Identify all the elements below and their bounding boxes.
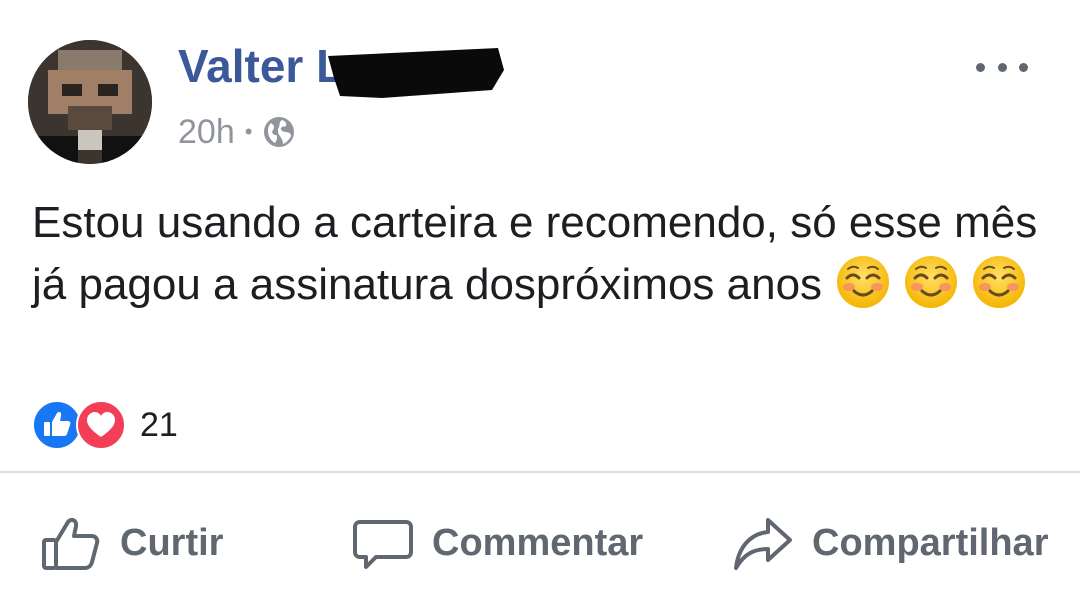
share-arrow-icon — [734, 518, 792, 570]
comment-label: Commentar — [432, 521, 644, 564]
post-text: Estou usando a carteira e recomendo, só … — [32, 192, 1062, 316]
more-options-icon[interactable] — [976, 56, 1028, 78]
like-reaction-icon — [32, 400, 82, 450]
avatar[interactable] — [28, 40, 152, 164]
smiling-face-icon — [836, 255, 890, 309]
love-reaction-icon — [76, 400, 126, 450]
smiling-face-icon — [904, 255, 958, 309]
post-meta: 20h • — [178, 110, 296, 154]
like-button[interactable]: Curtir — [40, 505, 223, 581]
author-name[interactable]: Valter L — [178, 38, 344, 94]
globe-icon[interactable] — [262, 115, 296, 149]
share-label: Compartilhar — [812, 521, 1049, 564]
like-label: Curtir — [120, 521, 224, 564]
share-button[interactable]: Compartilhar — [732, 505, 1048, 581]
thumbs-up-icon — [42, 517, 100, 570]
redaction-mark — [328, 48, 504, 98]
smiling-face-icon — [972, 255, 1026, 309]
reaction-count: 21 — [140, 405, 178, 444]
post-time[interactable]: 20h — [178, 113, 235, 152]
reactions-summary[interactable]: 21 — [32, 400, 178, 450]
comment-button[interactable]: Commentar — [352, 505, 643, 581]
comment-bubble-icon — [353, 520, 413, 569]
meta-separator: • — [244, 119, 253, 144]
divider — [0, 471, 1080, 473]
